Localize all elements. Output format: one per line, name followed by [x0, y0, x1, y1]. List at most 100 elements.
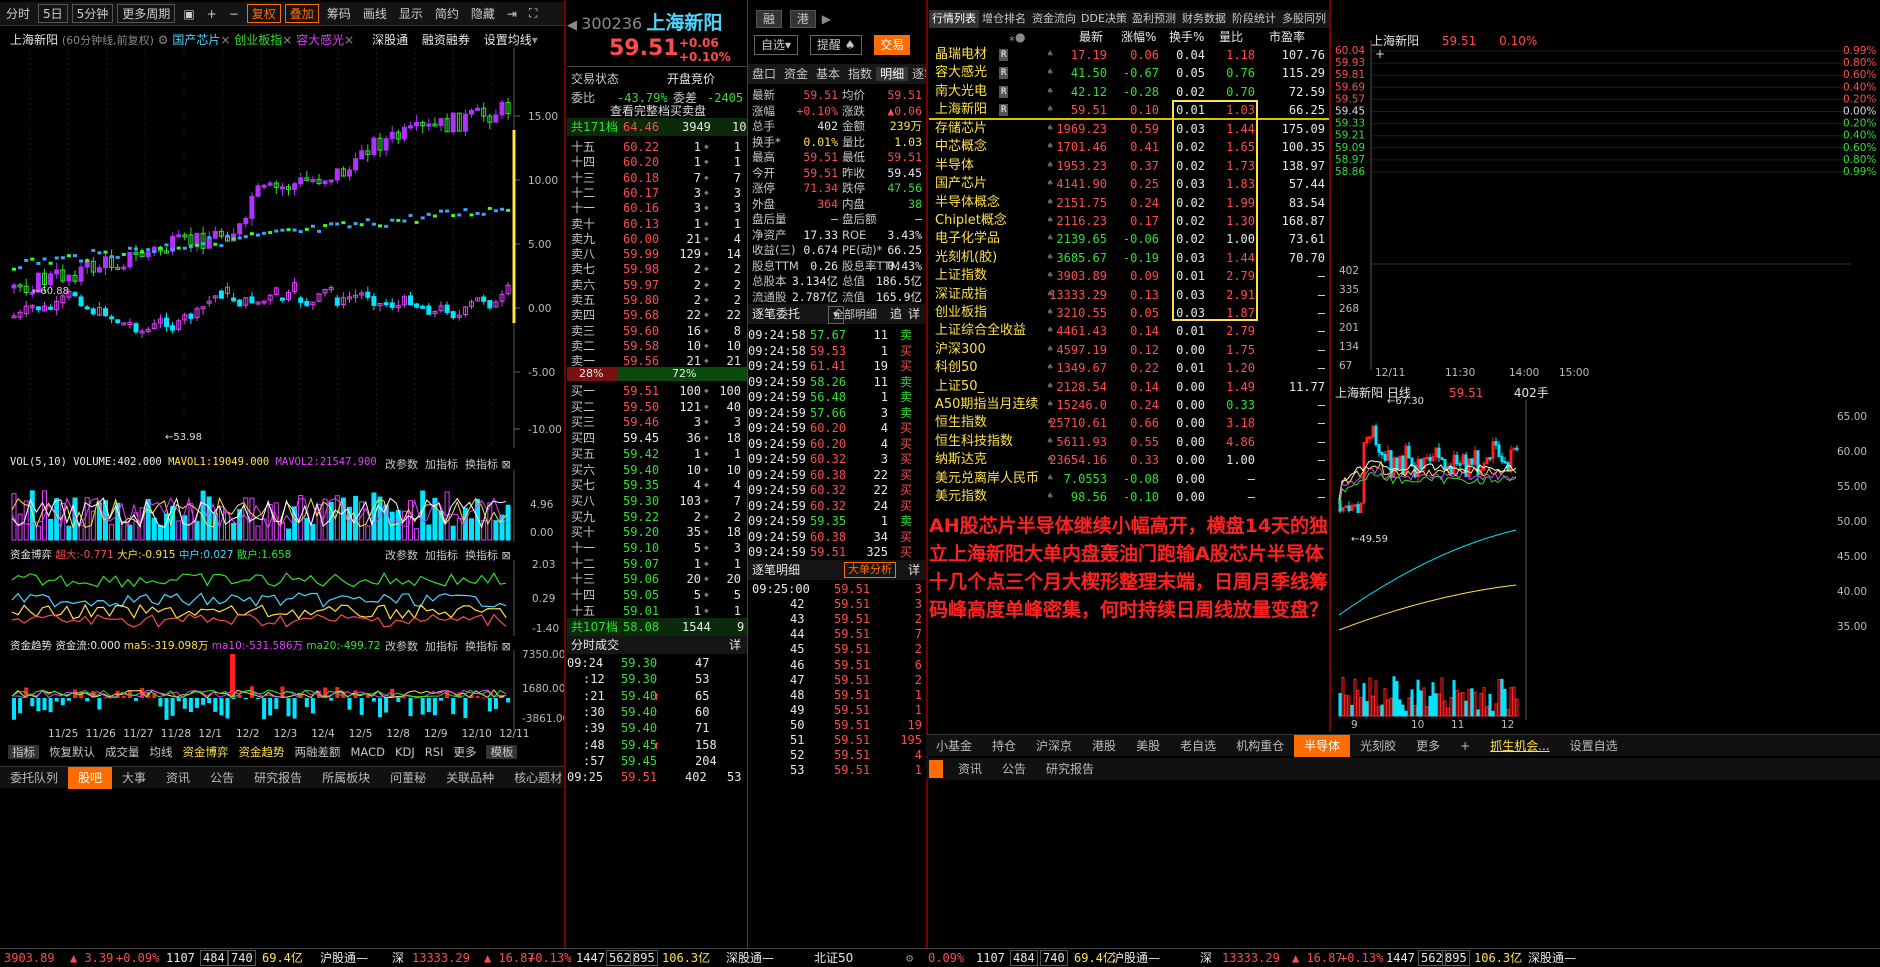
watchlist-button[interactable]: 自选▾: [754, 35, 799, 55]
index-row[interactable]: 美元指数 ♠ 98.56 -0.10 0.00— —: [929, 488, 1329, 506]
bell-icon[interactable]: ♠: [1047, 488, 1053, 506]
toolbar-8[interactable]: 显示: [393, 5, 429, 22]
sector-tab-5[interactable]: 老自选: [1170, 735, 1226, 757]
bottom-tab-4[interactable]: 公告: [200, 767, 244, 789]
badge-hk[interactable]: 港: [789, 10, 816, 28]
index-row[interactable]: 恒生指数 ♠ 25710.61 0.66 0.00 3.18—: [929, 414, 1329, 432]
next-stock-icon[interactable]: ▶: [822, 12, 831, 26]
trade-button[interactable]: 交易: [874, 35, 911, 55]
index-row[interactable]: 深证成指 ♠ 13333.29 0.13 0.03 2.91—: [929, 286, 1329, 304]
detail-tab-2[interactable]: 基本: [812, 67, 844, 81]
index-row[interactable]: A50期指当月连续 ♠ 15246.0 0.24 0.00 0.33—: [929, 396, 1329, 414]
index-row[interactable]: 存储芯片 ♠ 1969.23 0.59 0.03 1.44 175.09: [929, 120, 1329, 138]
toolbar-4[interactable]: 复权: [246, 4, 281, 23]
index-row[interactable]: Chiplet概念 ♠ 2116.23 0.17 0.02 1.30 168.87: [929, 212, 1329, 230]
expand-icon[interactable]: ⇥: [501, 7, 523, 21]
trades-detail-button[interactable]: 详: [908, 560, 920, 580]
stock-row[interactable]: 南大光电 R ♠ 42.12 -0.28 0.02 0.70 72.59: [929, 83, 1329, 101]
list-tab-5[interactable]: 财务数据: [1179, 10, 1229, 28]
index-row[interactable]: 沪深300 ♠ 4597.19 0.12 0.00 1.75—: [929, 341, 1329, 359]
sector-tab-2[interactable]: 沪深京: [1026, 735, 1082, 757]
toolbar-2[interactable]: 5分钟: [71, 4, 114, 23]
indicator-tab-8[interactable]: KDJ: [395, 745, 415, 759]
indicator-tab-0[interactable]: 指标: [8, 745, 39, 759]
bell-icon[interactable]: ♠: [1047, 359, 1053, 377]
index-row[interactable]: 半导体概念 ♠ 2151.75 0.24 0.02 1.99 83.54: [929, 194, 1329, 212]
fullscreen-icon[interactable]: ⛶: [523, 6, 543, 21]
list-tab-1[interactable]: 增仓排名: [979, 10, 1029, 28]
bell-icon[interactable]: ♠: [1047, 396, 1053, 414]
list-tab-6[interactable]: 阶段统计: [1229, 10, 1279, 28]
index-row[interactable]: 恒生科技指数 ♠ 5611.93 0.55 0.00 4.86—: [929, 433, 1329, 451]
indicator-tab-5[interactable]: 资金趋势: [239, 745, 285, 759]
detail-tab-3[interactable]: 指数: [844, 67, 876, 81]
bottom-tab-9[interactable]: 核心题材: [504, 767, 564, 789]
sector-tab-8[interactable]: 光刻胶: [1350, 735, 1406, 757]
list-tab-2[interactable]: 资金流向: [1029, 10, 1079, 28]
sector-tab-9[interactable]: 更多: [1406, 735, 1450, 757]
indicator-tab-9[interactable]: RSI: [425, 745, 444, 759]
indicator-tab-7[interactable]: MACD: [351, 745, 385, 759]
bell-icon[interactable]: ♠: [1047, 138, 1053, 156]
detail-tab-0[interactable]: 盘口: [748, 67, 780, 81]
bottom-tab-0[interactable]: 委托队列: [0, 767, 68, 789]
chase-button[interactable]: 追: [890, 304, 902, 324]
news-tab-1[interactable]: 公告: [992, 758, 1036, 780]
sector-tab-1[interactable]: 持仓: [982, 735, 1026, 757]
toolbar-3[interactable]: 更多周期: [117, 4, 176, 23]
index-row[interactable]: 光刻机(胶) ♠ 3685.67 -0.19 0.03 1.44 70.70: [929, 249, 1329, 267]
news-tab-0[interactable]: 资讯: [948, 758, 992, 780]
detail-tab-4[interactable]: 明细: [876, 67, 909, 81]
indicator-tab-2[interactable]: 成交量: [105, 745, 140, 759]
bell-icon[interactable]: ♠: [1047, 341, 1053, 359]
detail-tab-1[interactable]: 资金: [780, 67, 812, 81]
stock-row[interactable]: 上海新阳 R ♠ 59.51 0.10 0.01 1.03 66.25: [929, 101, 1329, 119]
entrust-mode-select[interactable]: 全部明细 ▾: [828, 306, 877, 324]
toolbar-9[interactable]: 简约: [429, 5, 465, 22]
bottom-tab-3[interactable]: 资讯: [156, 767, 200, 789]
sector-tab-4[interactable]: 美股: [1126, 735, 1170, 757]
index-row[interactable]: 美元兑离岸人民币 ♠ 7.0553 -0.08 0.00— —: [929, 470, 1329, 488]
minus-icon[interactable]: −: [223, 7, 245, 21]
bottom-tab-6[interactable]: 所属板块: [312, 767, 380, 789]
sector-tab-7[interactable]: 半导体: [1294, 735, 1351, 757]
bell-icon[interactable]: ♠: [1047, 83, 1053, 101]
index-row[interactable]: 中芯概念 ♠ 1701.46 0.41 0.02 1.65 100.35: [929, 138, 1329, 156]
indicator-tab-10[interactable]: 更多: [453, 745, 476, 759]
toolbar-6[interactable]: 筹码: [321, 5, 357, 22]
sector-tab-12[interactable]: 设置自选: [1560, 735, 1628, 757]
toolbar-5[interactable]: 叠加: [284, 4, 319, 23]
indicator-tab-11[interactable]: 模板: [486, 745, 518, 759]
bell-icon[interactable]: ♠: [1047, 322, 1053, 340]
bell-icon[interactable]: ♠: [1047, 46, 1053, 64]
stock-row[interactable]: 晶瑞电材 R ♠ 17.19 0.06 0.04 1.18 107.76: [929, 46, 1329, 64]
list-tab-3[interactable]: DDE决策: [1079, 10, 1129, 28]
bottom-tab-8[interactable]: 关联品种: [436, 767, 504, 789]
index-row[interactable]: 创业板指 ♠ 3210.55 0.05 0.03 1.87—: [929, 304, 1329, 322]
bell-icon[interactable]: ♠: [1047, 64, 1053, 82]
sector-tab-0[interactable]: 小基金: [926, 735, 982, 757]
entrust-detail-button[interactable]: 详: [908, 304, 920, 324]
alert-button[interactable]: 提醒 ♠: [809, 35, 863, 55]
toolbar-10[interactable]: 隐藏: [465, 5, 501, 22]
plus-icon[interactable]: +: [201, 7, 223, 21]
overlay-1[interactable]: 国产芯片: [172, 33, 220, 47]
prev-stock-icon[interactable]: ◀: [567, 18, 577, 33]
overlay-2[interactable]: 创业板指: [234, 33, 282, 47]
sector-tab-11[interactable]: 抓生机会...: [1480, 735, 1559, 757]
index-row[interactable]: 科创50 ♠ 1349.67 0.22 0.01 1.20—: [929, 359, 1329, 377]
bell-icon[interactable]: ♠: [1047, 175, 1053, 193]
sector-tab-6[interactable]: 机构重仓: [1226, 735, 1294, 757]
index-row[interactable]: 上证50_ ♠ 2128.54 0.14 0.00 1.49 11.77: [929, 378, 1329, 396]
index-row[interactable]: 纳斯达克 ♠ 23654.16 0.33 0.00 1.00—: [929, 451, 1329, 469]
list-tab-4[interactable]: 盈利预测: [1129, 10, 1179, 28]
bell-icon[interactable]: ♠: [1047, 304, 1053, 322]
link-hsgt[interactable]: 深股通: [372, 33, 408, 47]
bell-icon[interactable]: ♠: [1047, 230, 1053, 248]
bell-icon[interactable]: ♠: [1047, 194, 1053, 212]
index-row[interactable]: 国产芯片 ♠ 4141.90 0.25 0.03 1.83 57.44: [929, 175, 1329, 193]
bell-icon[interactable]: ♠: [1047, 433, 1053, 451]
bottom-tab-7[interactable]: 问董秘: [380, 767, 436, 789]
mini-intraday-chart[interactable]: 60.0459.9359.8159.6959.5759.4559.3359.21…: [1331, 30, 1880, 380]
sector-tab-10[interactable]: +: [1450, 735, 1480, 757]
